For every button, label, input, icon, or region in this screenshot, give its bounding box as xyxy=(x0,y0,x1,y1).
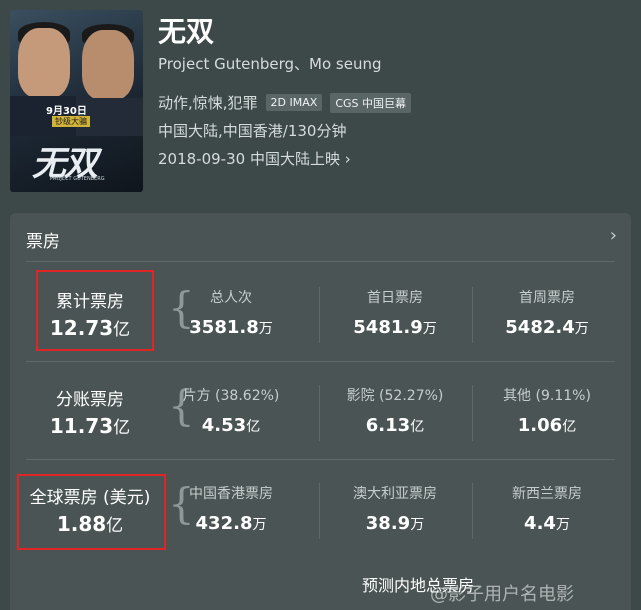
poster-date: 9月30日 xyxy=(46,106,87,117)
watermark-text: @影子用户名电影 xyxy=(430,584,574,605)
stat-cell-other: 其他 (9.11%) 1.06亿 xyxy=(472,385,622,436)
stat-cell-cinema: 影院 (52.27%) 6.13亿 xyxy=(320,385,470,436)
format-badge-imax: 2D IMAX xyxy=(265,94,323,111)
stat-label: 首日票房 xyxy=(367,290,423,306)
stat-cell-new-zealand: 新西兰票房 4.4万 xyxy=(472,483,622,534)
box-office-title[interactable]: 票房 xyxy=(26,227,60,252)
poster-tagline: 钞级大骗 xyxy=(52,116,90,127)
divider xyxy=(26,261,615,262)
stat-number: 3581.8 xyxy=(189,317,259,338)
movie-title: 无双 xyxy=(158,15,215,48)
split-box-office-unit: 亿 xyxy=(113,418,131,438)
genre-row: 动作,惊悚,犯罪 2D IMAX CGS 中国巨幕 xyxy=(158,92,411,113)
original-title: Project Gutenberg、Mo seung xyxy=(158,55,382,73)
stat-number: 1.06 xyxy=(517,415,563,436)
divider xyxy=(26,361,615,362)
stat-cell-distributor: 片方 (38.62%) 4.53亿 xyxy=(156,385,306,436)
stat-cell-admissions: 总人次 3581.8万 xyxy=(156,287,306,338)
stat-value: 1.06亿 xyxy=(472,415,622,436)
stat-number: 4.53 xyxy=(201,415,247,436)
stat-value: 38.9万 xyxy=(320,513,470,534)
stat-label: 首周票房 xyxy=(519,290,575,306)
split-box-office-label: 分账票房 xyxy=(56,390,124,410)
stat-value: 432.8万 xyxy=(156,513,306,534)
highlight-box-global xyxy=(17,474,166,550)
split-box-office-number: 11.73 xyxy=(49,414,114,438)
stat-value: 5482.4万 xyxy=(472,317,622,338)
stat-label: 澳大利亚票房 xyxy=(353,486,437,502)
stat-unit: 万 xyxy=(252,517,267,533)
poster-figure-left xyxy=(18,28,70,98)
highlight-box-total xyxy=(36,270,154,351)
stat-number: 38.9 xyxy=(365,513,411,534)
stat-unit: 亿 xyxy=(562,419,577,435)
stat-number: 5481.9 xyxy=(353,317,423,338)
stat-cell-first-week: 首周票房 5482.4万 xyxy=(472,287,622,338)
stat-cell-australia: 澳大利亚票房 38.9万 xyxy=(320,483,470,534)
stat-value: 5481.9万 xyxy=(320,317,470,338)
region-runtime: 中国大陆,中国香港/130分钟 xyxy=(158,122,347,140)
genre-text: 动作,惊悚,犯罪 xyxy=(158,94,258,112)
stat-label: 总人次 xyxy=(210,290,252,306)
box-office-row-split: 分账票房 11.73亿 { 片方 (38.62%) 4.53亿 影院 (52.2… xyxy=(10,363,631,453)
stat-unit: 亿 xyxy=(246,419,261,435)
stat-unit: 万 xyxy=(422,321,437,337)
stat-number: 5482.4 xyxy=(505,317,575,338)
stat-unit: 万 xyxy=(258,321,273,337)
stat-value: 3581.8万 xyxy=(156,317,306,338)
stat-label: 中国香港票房 xyxy=(189,486,273,502)
stat-cell-first-day: 首日票房 5481.9万 xyxy=(320,287,470,338)
stat-cell-hong-kong: 中国香港票房 432.8万 xyxy=(156,483,306,534)
release-date-link[interactable]: 2018-09-30 中国大陆上映 › xyxy=(158,148,351,169)
stat-label: 其他 (9.11%) xyxy=(503,388,591,404)
stat-unit: 万 xyxy=(555,517,570,533)
poster-subtitle: PROJECT GUTENBERG xyxy=(50,176,105,182)
stat-unit: 亿 xyxy=(410,419,425,435)
poster-figure-right xyxy=(82,30,134,100)
stat-unit: 万 xyxy=(574,321,589,337)
stat-label: 影院 (52.27%) xyxy=(346,388,444,404)
split-box-office-value: 11.73亿 xyxy=(10,413,170,438)
format-badge-cgs: CGS 中国巨幕 xyxy=(330,92,411,113)
chevron-right-icon[interactable]: › xyxy=(610,225,617,246)
divider xyxy=(26,459,615,460)
release-date: 2018-09-30 中国大陆上映 xyxy=(158,150,340,168)
stat-number: 6.13 xyxy=(365,415,411,436)
stat-label: 片方 (38.62%) xyxy=(182,388,280,404)
stat-unit: 万 xyxy=(410,517,425,533)
stat-value: 6.13亿 xyxy=(320,415,470,436)
stat-label: 新西兰票房 xyxy=(512,486,582,502)
stat-value: 4.53亿 xyxy=(156,415,306,436)
stat-value: 4.4万 xyxy=(472,513,622,534)
movie-poster[interactable]: 9月30日 钞级大骗 无双 PROJECT GUTENBERG xyxy=(10,10,143,192)
stat-number: 4.4 xyxy=(524,513,556,534)
chevron-right-icon: › xyxy=(344,150,351,168)
stat-number: 432.8 xyxy=(195,513,253,534)
